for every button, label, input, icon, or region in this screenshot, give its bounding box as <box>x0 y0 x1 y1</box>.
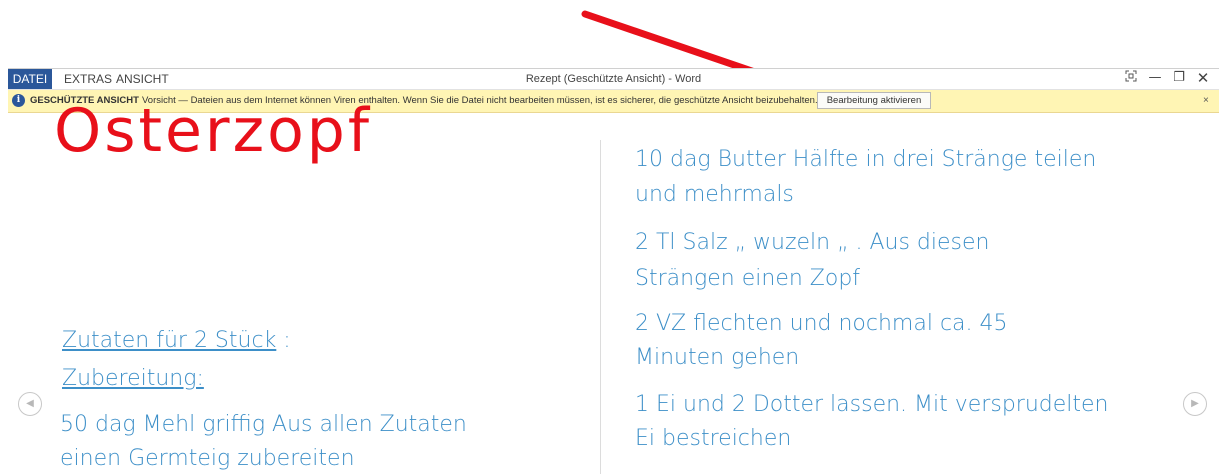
chevron-right-icon[interactable]: ▶ <box>1183 392 1207 416</box>
focus-mode-glyph <box>1125 70 1137 82</box>
info-icon: i <box>12 94 25 107</box>
right-text-line: 2 Tl Salz „ wuzeln „ . Aus diesen <box>635 230 990 255</box>
right-text-line: 10 dag Butter Hälfte in drei Stränge tei… <box>635 147 1097 172</box>
minimize-button[interactable]: — <box>1144 69 1166 89</box>
title-bar: DATEI EXTRAS ANSICHT Rezept (Geschützte … <box>8 69 1219 90</box>
recipe-title: Osterzopf <box>54 96 373 166</box>
right-text-line: Strängen einen Zopf <box>635 266 861 291</box>
preparation-heading: Zubereitung: <box>62 366 204 391</box>
right-text-line: 1 Ei und 2 Dotter lassen. Mit versprudel… <box>635 392 1109 417</box>
restore-button[interactable]: ❐ <box>1168 69 1190 89</box>
focus-mode-icon[interactable] <box>1120 69 1142 89</box>
right-text-line: Ei bestreichen <box>635 426 792 451</box>
ingredients-heading-line: Zutaten für 2 Stück : <box>62 326 291 356</box>
right-text-line: und mehrmals <box>635 182 794 207</box>
ingredients-heading: Zutaten für 2 Stück <box>62 328 277 353</box>
ingredients-heading-colon: : <box>276 328 291 353</box>
window-title: Rezept (Geschützte Ansicht) - Word <box>525 73 702 85</box>
enable-editing-button[interactable]: Bearbeitung aktivieren <box>817 92 931 109</box>
left-text-line: 50 dag Mehl griffig Aus allen Zutaten <box>60 412 467 437</box>
close-button[interactable]: ✕ <box>1192 69 1214 89</box>
right-text-line: 2 VZ flechten und nochmal ca. 45 <box>635 311 1008 336</box>
left-text-line: einen Germteig zubereiten <box>60 446 355 471</box>
message-bar-close-icon[interactable]: × <box>1203 90 1209 112</box>
right-text-line: Minuten gehen <box>635 345 800 370</box>
chevron-left-icon[interactable]: ◀ <box>18 392 42 416</box>
